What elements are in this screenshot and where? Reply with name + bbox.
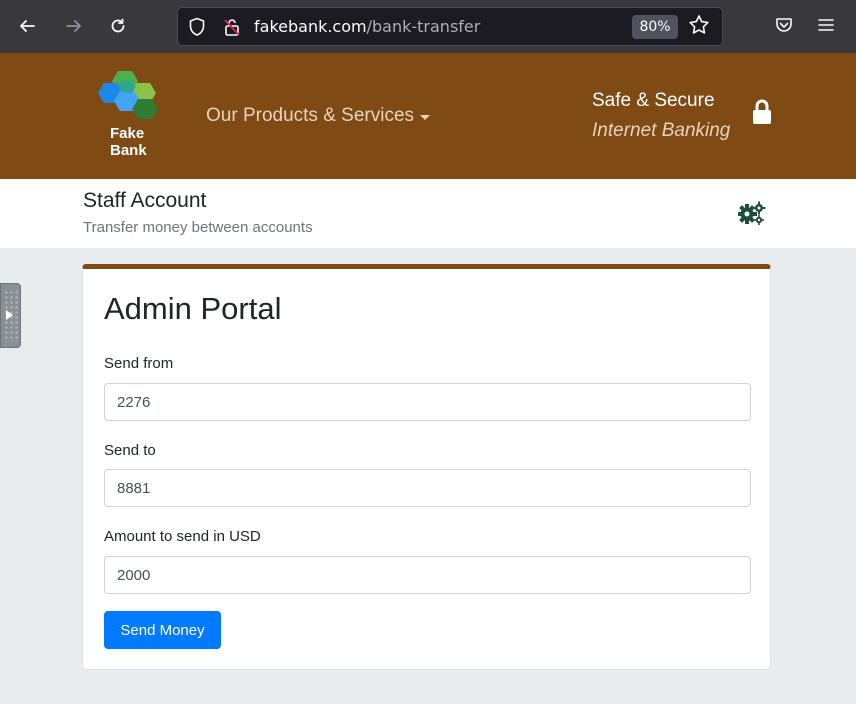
settings-gears-icon[interactable] — [738, 201, 766, 225]
transfer-card: Admin Portal Send from Send to Amount to… — [82, 264, 771, 670]
url-text[interactable]: fakebank.com/bank-transfer — [254, 17, 480, 36]
brand-line-2: Bank — [110, 142, 147, 159]
padlock-icon — [753, 99, 771, 124]
account-subtitle: Transfer money between accounts — [83, 219, 313, 236]
play-arrow-icon — [6, 310, 13, 320]
products-dropdown[interactable]: Our Products & Services — [206, 105, 431, 127]
url-host: fakebank.com — [254, 17, 367, 36]
reload-icon — [111, 18, 125, 33]
send-to-label: Send to — [104, 442, 156, 459]
send-to-input[interactable] — [104, 469, 751, 507]
send-from-label: Send from — [104, 355, 174, 372]
url-path: /bank-transfer — [366, 17, 481, 36]
site-header: Fake Bank Our Products & Services Safe &… — [0, 53, 856, 179]
brand-name[interactable]: Fake Bank — [110, 125, 147, 159]
insecure-lock-icon[interactable] — [223, 17, 241, 37]
reload-button[interactable] — [104, 12, 132, 40]
amount-label: Amount to send in USD — [104, 528, 261, 545]
arrow-left-icon — [20, 20, 35, 32]
internet-banking-subtitle: Internet Banking — [592, 120, 731, 141]
account-title: Staff Account — [83, 189, 207, 212]
brand-line-1: Fake — [110, 125, 145, 142]
forward-button[interactable] — [60, 12, 88, 40]
zoom-indicator[interactable]: 80% — [632, 15, 678, 39]
sidebar-toggle-handle[interactable] — [0, 283, 21, 348]
arrow-right-icon — [66, 20, 81, 32]
caret-down-icon — [420, 114, 431, 120]
amount-input[interactable] — [104, 556, 751, 594]
pocket-icon[interactable] — [774, 15, 794, 35]
back-button[interactable] — [13, 12, 41, 40]
fakebank-logo[interactable] — [98, 69, 166, 129]
address-bar[interactable]: fakebank.com/bank-transfer 80% — [177, 7, 723, 46]
send-money-button[interactable]: Send Money — [104, 611, 221, 649]
browser-toolbar: fakebank.com/bank-transfer 80% — [0, 0, 856, 53]
safe-secure-title: Safe & Secure — [592, 90, 715, 111]
card-heading: Admin Portal — [104, 291, 282, 326]
bookmark-star-icon[interactable] — [688, 14, 710, 36]
account-bar: Staff Account Transfer money between acc… — [0, 179, 856, 248]
products-dropdown-label: Our Products & Services — [206, 105, 415, 126]
send-from-input[interactable] — [104, 383, 751, 421]
hamburger-menu-icon[interactable] — [816, 15, 836, 35]
shield-icon[interactable] — [188, 17, 206, 37]
